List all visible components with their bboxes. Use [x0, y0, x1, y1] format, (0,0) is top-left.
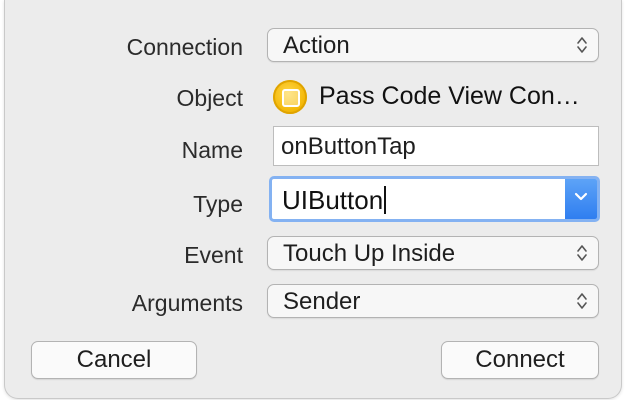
name-label: Name	[181, 137, 243, 163]
connect-button[interactable]: Connect	[441, 341, 599, 379]
event-label: Event	[184, 242, 243, 268]
arguments-select[interactable]: Sender	[267, 284, 599, 318]
connection-value: Action	[283, 32, 350, 59]
cancel-button[interactable]: Cancel	[31, 341, 197, 379]
chevron-down-icon	[574, 192, 588, 201]
arguments-label: Arguments	[131, 290, 243, 316]
name-value: onButtonTap	[281, 133, 416, 160]
updown-chevron-icon	[577, 37, 587, 53]
type-value: UIButton	[282, 185, 387, 216]
updown-chevron-icon	[577, 245, 587, 261]
connection-popover: Connection Action Object Pass Code View …	[4, 0, 622, 399]
connection-label: Connection	[126, 34, 243, 60]
type-dropdown-button[interactable]	[565, 179, 597, 219]
type-label: Type	[193, 191, 243, 217]
view-controller-icon	[273, 80, 307, 114]
object-label: Object	[176, 85, 243, 111]
event-value: Touch Up Inside	[283, 240, 456, 267]
text-caret	[384, 186, 387, 214]
object-value: Pass Code View Con…	[319, 82, 580, 110]
type-combobox[interactable]: UIButton	[269, 176, 600, 222]
name-field[interactable]: onButtonTap	[273, 126, 599, 166]
connection-select[interactable]: Action	[267, 28, 599, 62]
updown-chevron-icon	[577, 293, 587, 309]
screen: Connection Action Object Pass Code View …	[0, 0, 628, 400]
arguments-value: Sender	[283, 288, 361, 315]
event-select[interactable]: Touch Up Inside	[267, 236, 599, 270]
